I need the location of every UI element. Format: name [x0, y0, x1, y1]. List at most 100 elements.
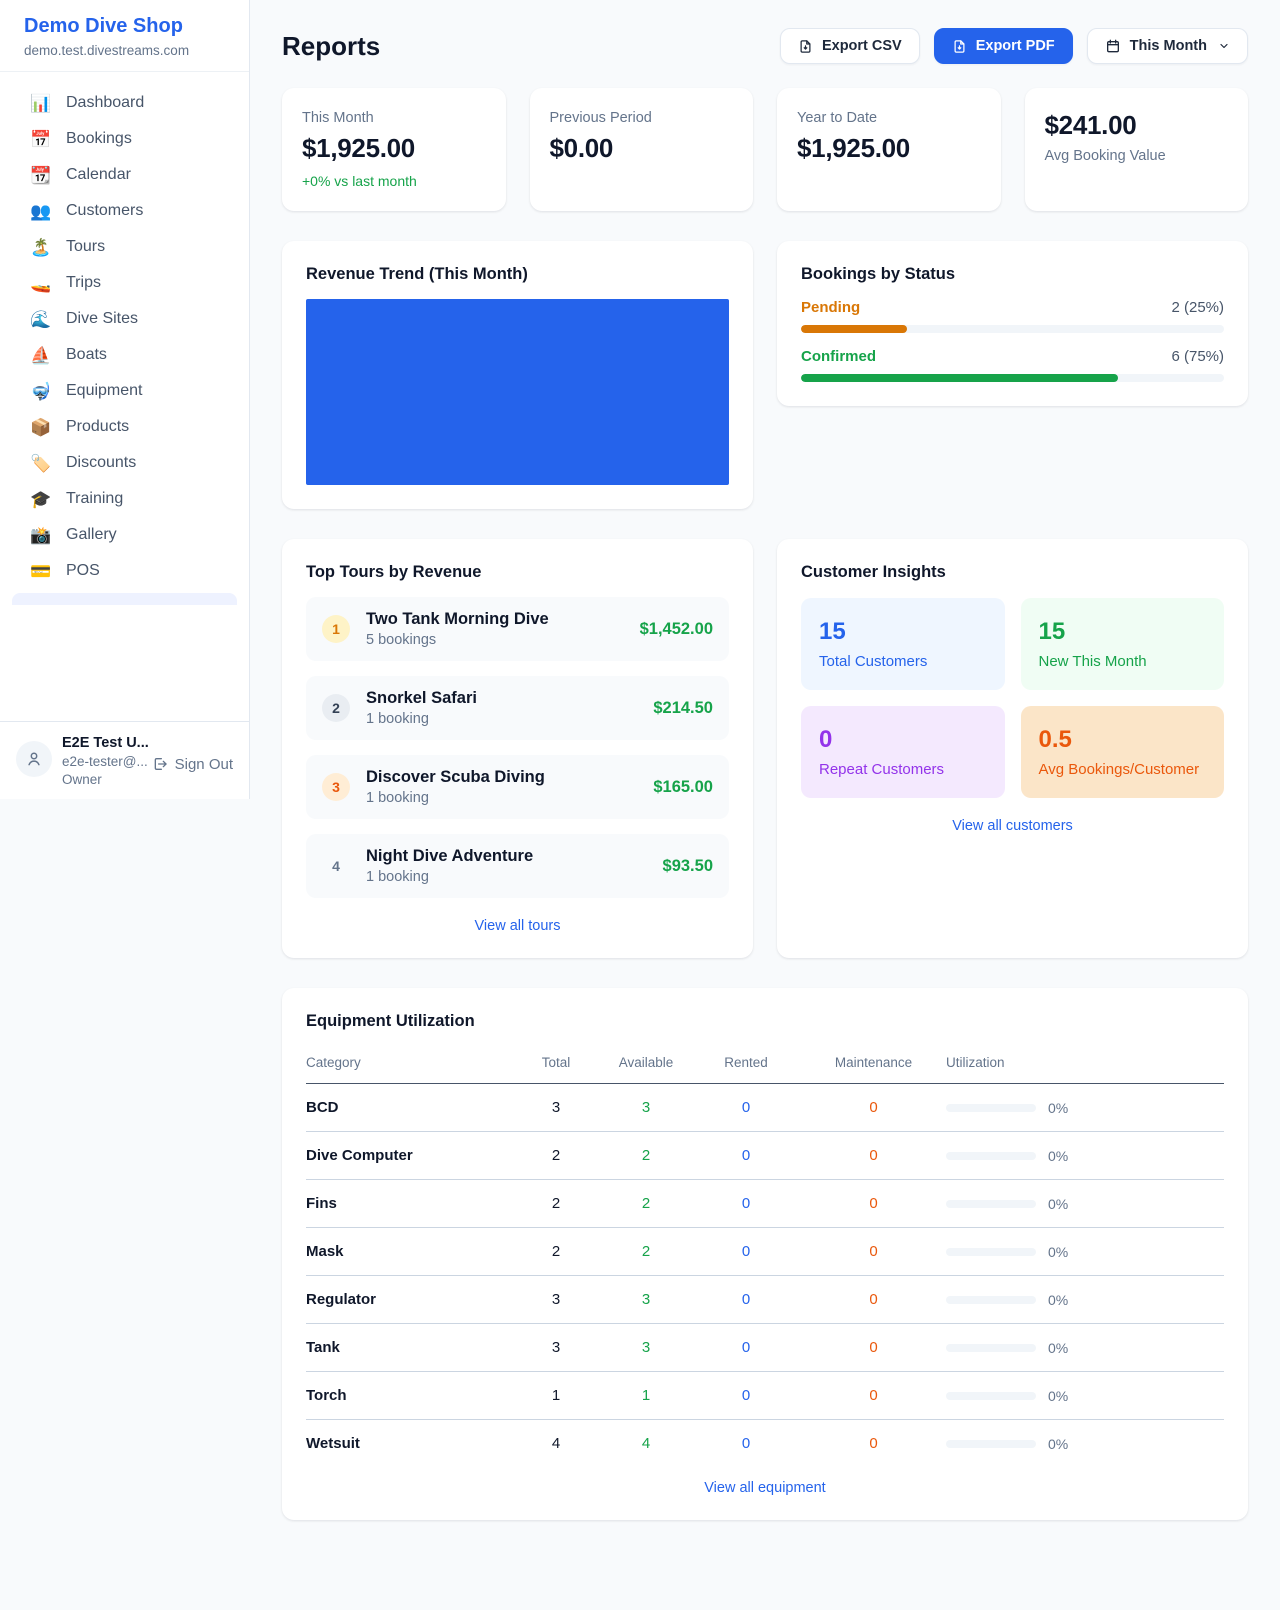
tile-avg-bookings-customer: 0.5 Avg Bookings/Customer [1021, 706, 1225, 798]
utilization-cell: 0% [946, 1244, 1224, 1260]
user-info: E2E Test U... e2e-tester@... Owner [62, 735, 142, 787]
sign-out-button[interactable]: Sign Out [152, 756, 233, 773]
sidebar-item-training[interactable]: 🎓 Training [10, 481, 239, 517]
sidebar-item-trips[interactable]: 🚤 Trips [10, 265, 239, 301]
sidebar-item-bookings[interactable]: 📅 Bookings [10, 121, 239, 157]
stat-card-year-to-date: Year to Date $1,925.00 [777, 88, 1001, 211]
table-row: BCD 3 3 0 0 0% [306, 1084, 1224, 1132]
tile-label: Total Customers [819, 653, 987, 670]
equipment-table: Category Total Available Rented Maintena… [306, 1043, 1224, 1460]
revenue-trend-card: Revenue Trend (This Month) [282, 241, 753, 509]
app-subdomain: demo.test.divestreams.com [24, 43, 225, 58]
status-count: 2 (25%) [1171, 299, 1224, 316]
rank-badge: 4 [322, 852, 350, 880]
tour-name: Discover Scuba Diving [366, 768, 545, 787]
table-row: Torch 1 1 0 0 0% [306, 1372, 1224, 1420]
sidebar-item-label: POS [66, 562, 100, 580]
stat-card-previous-period: Previous Period $0.00 [530, 88, 754, 211]
stat-delta: +0% vs last month [302, 173, 486, 189]
sidebar-nav: 📊 Dashboard 📅 Bookings 📆 Calendar 👥 Cust… [0, 72, 249, 721]
sidebar-item-gallery[interactable]: 📸 Gallery [10, 517, 239, 553]
top-tours-title: Top Tours by Revenue [306, 563, 729, 582]
tour-revenue: $165.00 [653, 778, 713, 797]
view-all-tours-link[interactable]: View all tours [306, 918, 729, 934]
sidebar: Demo Dive Shop demo.test.divestreams.com… [0, 0, 250, 799]
stat-card-avg-booking-value: $241.00 Avg Booking Value [1025, 88, 1249, 211]
list-item: 4 Night Dive Adventure 1 booking $93.50 [306, 834, 729, 898]
tour-name: Snorkel Safari [366, 689, 477, 708]
sidebar-item-products[interactable]: 📦 Products [10, 409, 239, 445]
column-header: Total [511, 1043, 601, 1084]
utilization-cell: 0% [946, 1292, 1224, 1308]
rank-badge: 1 [322, 615, 350, 643]
export-csv-button[interactable]: Export CSV [780, 28, 920, 64]
column-header: Available [601, 1043, 691, 1084]
top-tours-card: Top Tours by Revenue 1 Two Tank Morning … [282, 539, 753, 958]
speedboat-icon: 🚤 [30, 275, 52, 292]
sidebar-item-customers[interactable]: 👥 Customers [10, 193, 239, 229]
sidebar-item-label: Trips [66, 274, 101, 292]
utilization-cell: 0% [946, 1340, 1224, 1356]
camera-icon: 📸 [30, 527, 52, 544]
table-header-row: Category Total Available Rented Maintena… [306, 1043, 1224, 1084]
status-count: 6 (75%) [1171, 348, 1224, 365]
utilization-bar [946, 1200, 1036, 1208]
export-pdf-button[interactable]: Export PDF [934, 28, 1073, 64]
stat-value: $1,925.00 [797, 133, 981, 164]
tile-label: Repeat Customers [819, 761, 987, 778]
file-download-icon [952, 39, 967, 54]
utilization-cell: 0% [946, 1148, 1224, 1164]
status-row-confirmed: Confirmed 6 (75%) [801, 348, 1224, 382]
sidebar-item-calendar[interactable]: 📆 Calendar [10, 157, 239, 193]
table-row: Fins 2 2 0 0 0% [306, 1180, 1224, 1228]
utilization-cell: 0% [946, 1388, 1224, 1404]
tile-total-customers: 15 Total Customers [801, 598, 1005, 690]
tour-bookings: 5 bookings [366, 632, 549, 648]
tour-revenue: $1,452.00 [640, 620, 713, 639]
view-all-customers-link[interactable]: View all customers [801, 818, 1224, 834]
charts-row: Revenue Trend (This Month) Bookings by S… [282, 241, 1248, 509]
revenue-trend-chart [306, 299, 729, 485]
table-row: Mask 2 2 0 0 0% [306, 1228, 1224, 1276]
table-row: Regulator 3 3 0 0 0% [306, 1276, 1224, 1324]
sidebar-item-tours[interactable]: 🏝️ Tours [10, 229, 239, 265]
sidebar-item-discounts[interactable]: 🏷️ Discounts [10, 445, 239, 481]
utilization-bar [946, 1344, 1036, 1352]
utilization-cell: 0% [946, 1436, 1224, 1452]
sidebar-item-label: Dive Sites [66, 310, 138, 328]
sidebar-item-label: Equipment [66, 382, 143, 400]
active-nav-highlight [12, 593, 237, 605]
page-title: Reports [282, 31, 380, 62]
header-actions: Export CSV Export PDF This Month [780, 28, 1248, 64]
stat-label: Previous Period [550, 110, 734, 126]
tour-name: Two Tank Morning Dive [366, 610, 549, 629]
column-header: Maintenance [801, 1043, 946, 1084]
status-progress-track [801, 325, 1224, 333]
sidebar-item-label: Products [66, 418, 129, 436]
sidebar-item-pos[interactable]: 💳 POS [10, 553, 239, 589]
sidebar-item-dive-sites[interactable]: 🌊 Dive Sites [10, 301, 239, 337]
customer-insights-title: Customer Insights [801, 563, 1224, 582]
utilization-bar [946, 1296, 1036, 1304]
tag-icon: 🏷️ [30, 455, 52, 472]
utilization-bar [946, 1392, 1036, 1400]
calendar-icon [1105, 38, 1121, 54]
status-row-pending: Pending 2 (25%) [801, 299, 1224, 333]
view-all-equipment-link[interactable]: View all equipment [306, 1480, 1224, 1496]
stat-cards-row: This Month $1,925.00 +0% vs last month P… [282, 88, 1248, 211]
tour-name: Night Dive Adventure [366, 847, 533, 866]
sidebar-item-label: Bookings [66, 130, 132, 148]
user-footer: E2E Test U... e2e-tester@... Owner Sign … [0, 721, 249, 799]
stat-value: $0.00 [550, 133, 734, 164]
sidebar-item-label: Calendar [66, 166, 131, 184]
sidebar-item-boats[interactable]: ⛵ Boats [10, 337, 239, 373]
period-dropdown[interactable]: This Month [1087, 28, 1248, 64]
utilization-bar [946, 1440, 1036, 1448]
sidebar-item-equipment[interactable]: 🤿 Equipment [10, 373, 239, 409]
tour-bookings: 1 booking [366, 790, 545, 806]
status-progress-fill [801, 325, 907, 333]
column-header: Rented [691, 1043, 801, 1084]
column-header: Utilization [946, 1043, 1224, 1084]
tile-new-this-month: 15 New This Month [1021, 598, 1225, 690]
sidebar-item-dashboard[interactable]: 📊 Dashboard [10, 85, 239, 121]
